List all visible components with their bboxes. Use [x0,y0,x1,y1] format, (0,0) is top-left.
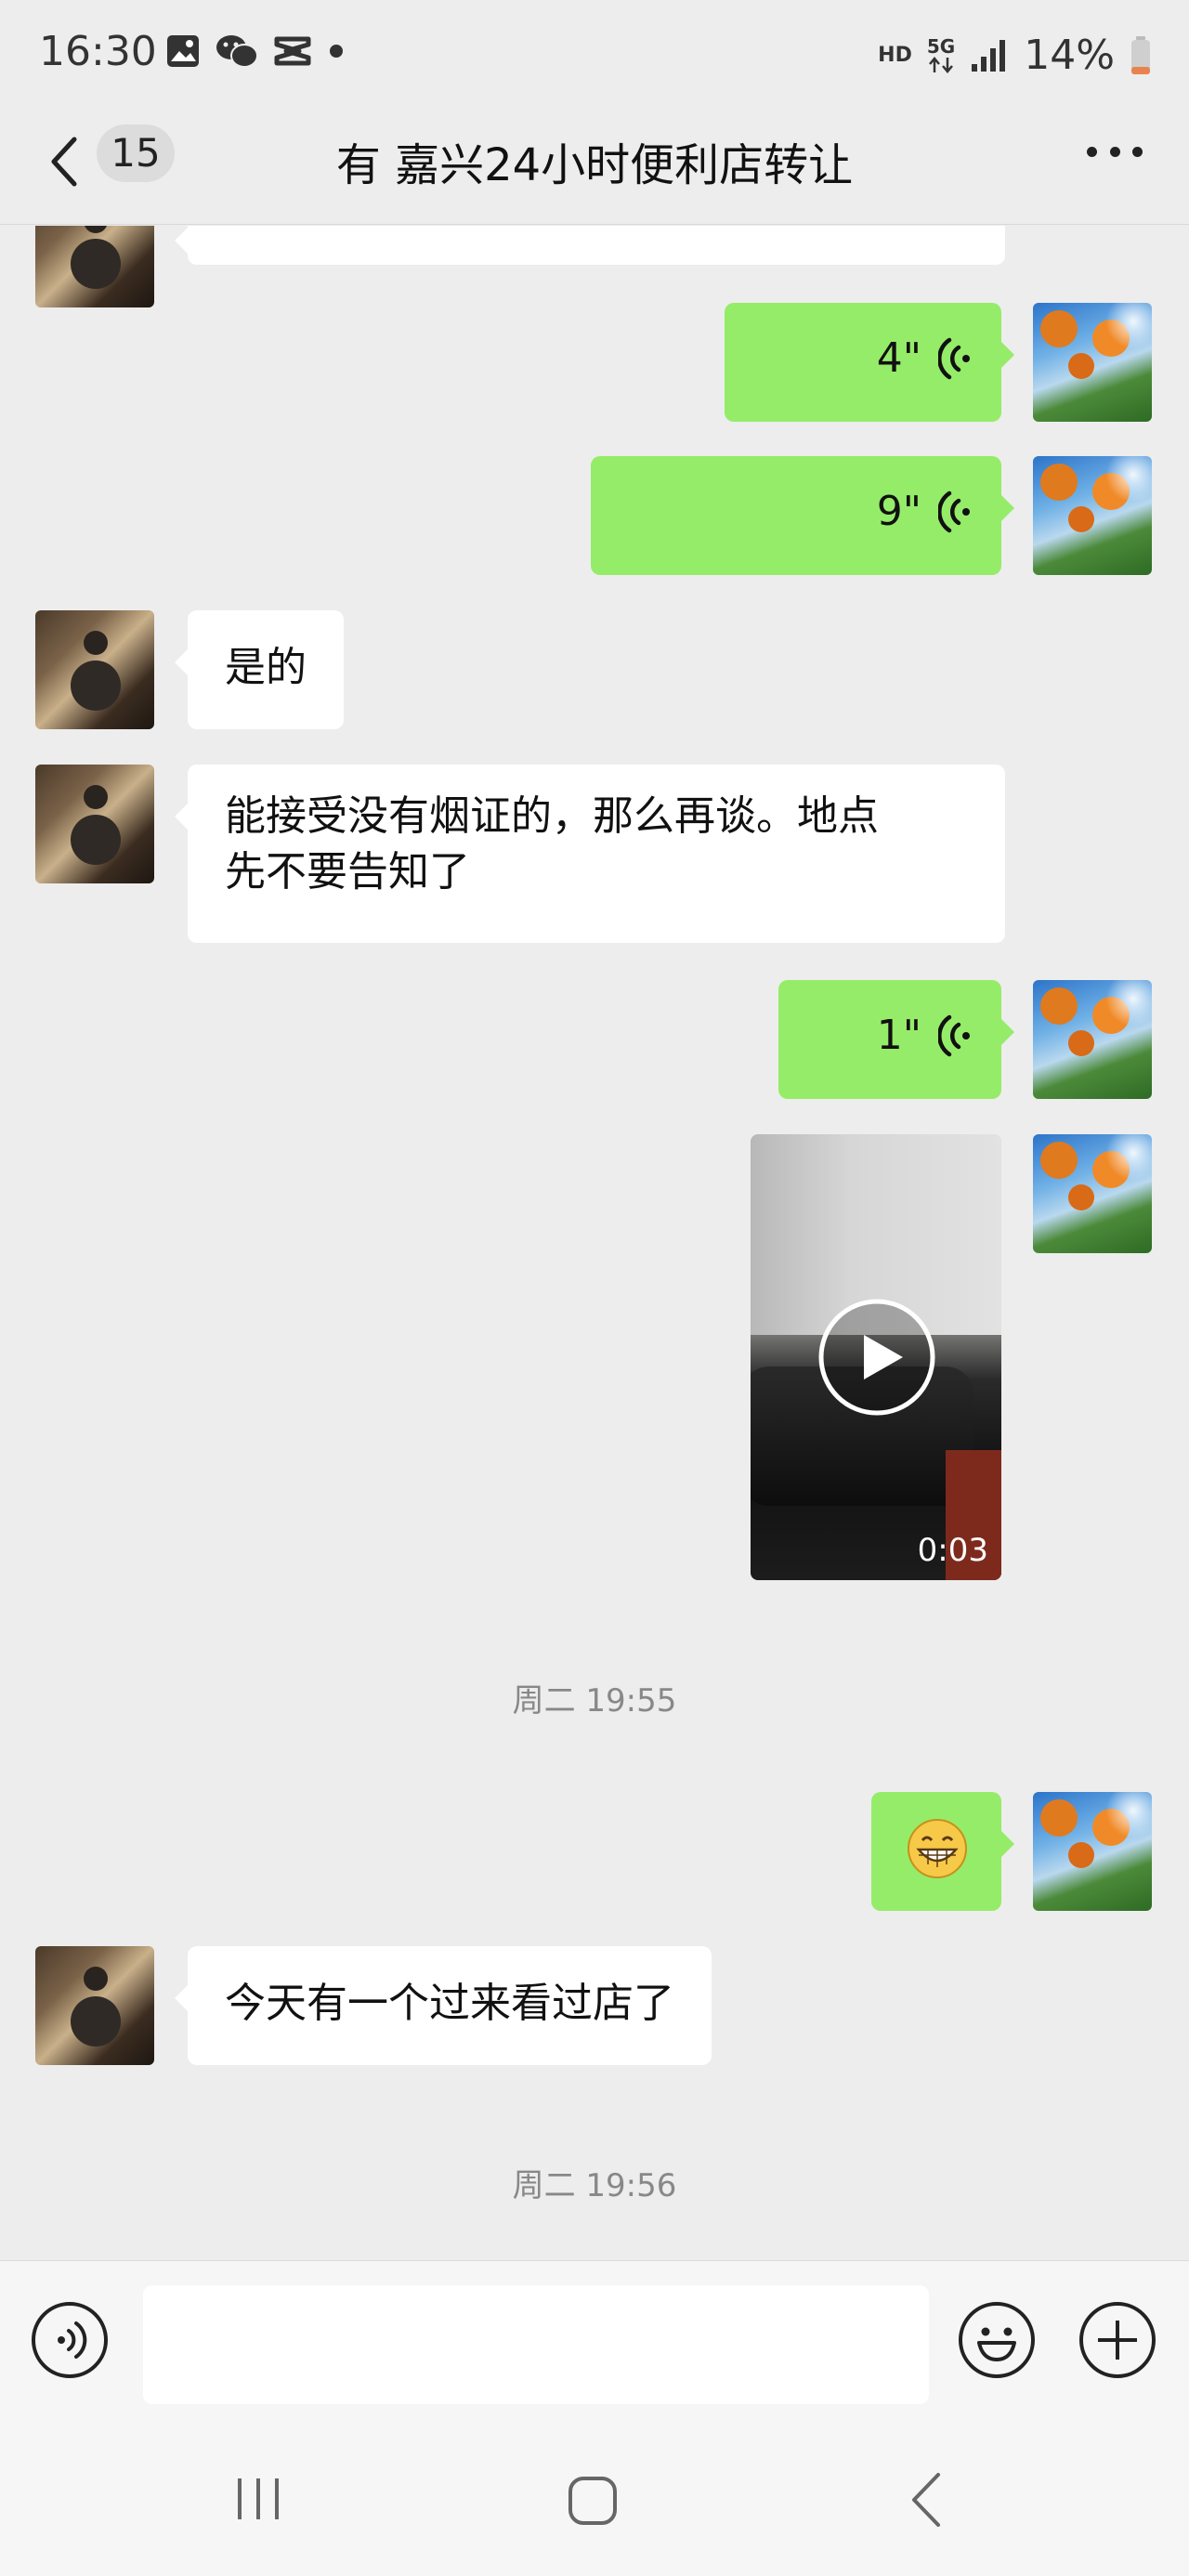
recent-apps-icon[interactable] [232,2475,284,2523]
voice-wave-icon [938,337,970,380]
my-avatar[interactable] [1033,980,1152,1099]
emoji-message-bubble[interactable] [871,1792,1014,1911]
contact-avatar[interactable] [35,765,154,883]
chat-header: 15 有 嘉兴24小时便利店转让 [0,111,1189,225]
voice-message-bubble[interactable]: 9" [591,456,1014,575]
message-line: 先不要告知了 [225,848,470,896]
voice-input-toggle-icon[interactable] [30,2300,110,2380]
home-icon[interactable] [567,2475,619,2527]
message-timestamp: 周二 19:55 [512,1682,677,1720]
voice-duration: 4" [876,334,921,382]
chat-message-list[interactable]: 4" 9" 是的 能接受没有烟证的，那么再谈。地点 先不要告知了 1" 0:03 [0,226,1189,2260]
status-time: 16:30 [39,28,157,75]
voice-duration: 1" [876,1012,921,1059]
more-dots-icon[interactable] [1087,147,1143,160]
plus-icon[interactable] [1078,2300,1157,2380]
network-label: 5G [926,34,956,58]
emoji-icon[interactable] [957,2300,1037,2380]
voice-message-bubble[interactable]: 4" [725,303,1014,422]
hd-label: HD [878,44,912,67]
message-input[interactable] [143,2285,929,2404]
capcut-icon [274,36,311,66]
notification-dot-icon [330,45,343,58]
back-arrow-icon[interactable] [43,134,89,190]
system-navigation-bar [0,2413,1189,2576]
message-line: 能接受没有烟证的，那么再谈。地点 [225,792,879,840]
system-status-icons: HD 5G 14% [878,32,1152,79]
unread-count-badge[interactable]: 15 [97,124,175,182]
voice-message-bubble[interactable]: 1" [778,980,1014,1099]
voice-duration: 9" [876,488,921,535]
contact-avatar[interactable] [35,226,154,307]
gallery-icon [167,35,199,67]
message-input-bar [0,2260,1189,2413]
status-bar: 16:30 HD 5G 14% [0,0,1189,111]
text-message-bubble[interactable]: 是的 [175,610,344,729]
voice-wave-icon [938,490,970,533]
message-timestamp: 周二 19:56 [512,2167,677,2204]
message-bubble-partial [175,226,1005,265]
chat-title: 有 嘉兴24小时便利店转让 [335,139,854,191]
contact-avatar[interactable] [35,1946,154,2065]
signal-icon [972,39,1006,72]
contact-avatar[interactable] [35,610,154,729]
text-message-bubble[interactable]: 能接受没有烟证的，那么再谈。地点 先不要告知了 [175,765,1005,943]
video-message[interactable]: 0:03 [751,1134,1001,1580]
my-avatar[interactable] [1033,1792,1152,1911]
battery-icon [1131,35,1150,74]
video-duration: 0:03 [917,1532,988,1569]
play-icon[interactable] [817,1298,936,1417]
network-indicator: 5G [927,37,955,74]
battery-percent: 14% [1024,32,1115,79]
wechat-icon [216,35,258,68]
my-avatar[interactable] [1033,1134,1152,1253]
my-avatar[interactable] [1033,303,1152,422]
data-arrows-icon [929,56,953,73]
grinning-face-icon [908,1819,967,1878]
my-avatar[interactable] [1033,456,1152,575]
notification-icons [165,33,346,69]
nav-back-icon[interactable] [908,2471,944,2529]
voice-wave-icon [938,1014,970,1057]
text-message-bubble[interactable]: 今天有一个过来看过店了 [175,1946,712,2065]
